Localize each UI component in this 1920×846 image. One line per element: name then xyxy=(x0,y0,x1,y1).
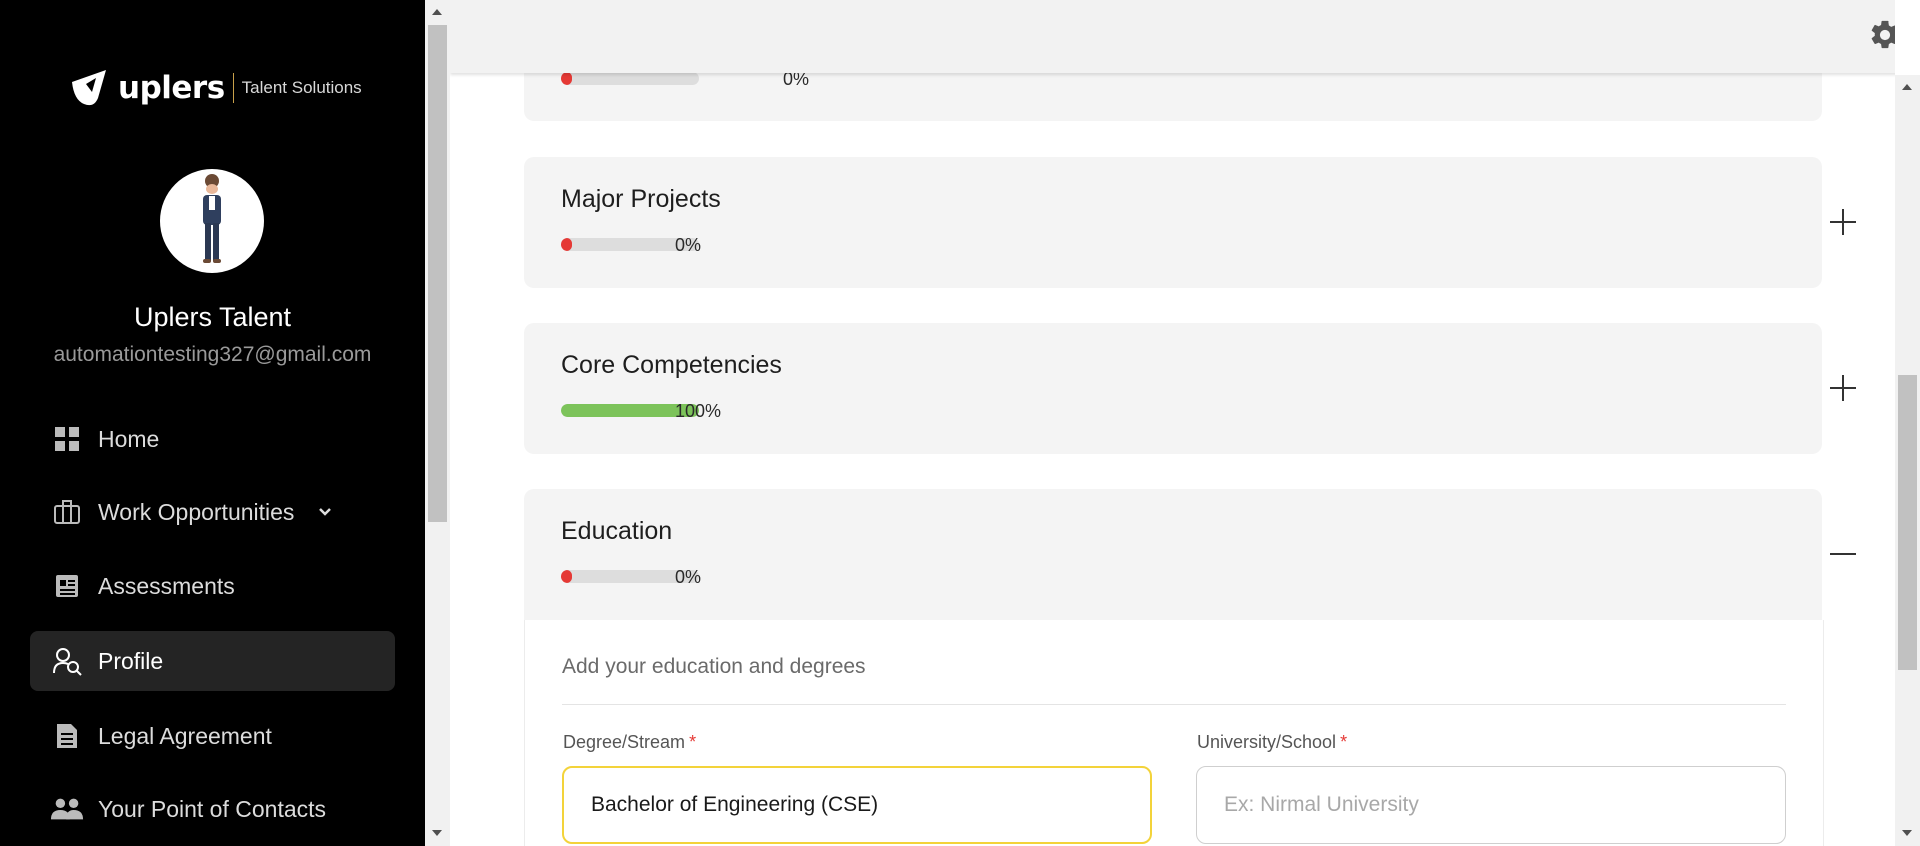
previous-progress-fill xyxy=(561,72,573,85)
nav-item-assessments[interactable]: Assessments xyxy=(30,556,395,616)
degree-input[interactable] xyxy=(562,766,1152,844)
contacts-icon xyxy=(50,792,84,826)
uplers-logo-icon xyxy=(72,70,106,106)
main-scroll-down-arrow-icon[interactable] xyxy=(1902,830,1912,836)
education-form: Add your education and degrees Degree/St… xyxy=(524,620,1824,846)
nav-item-profile[interactable]: Profile xyxy=(30,631,395,691)
education-progress-fill xyxy=(561,570,573,583)
nav-item-work-opportunities[interactable]: Work Opportunities xyxy=(30,482,395,542)
settings-gear-icon[interactable] xyxy=(1868,18,1895,52)
core-competencies-title: Core Competencies xyxy=(561,351,782,379)
university-label: University/School * xyxy=(1197,732,1347,753)
degree-label-text: Degree/Stream xyxy=(563,732,686,752)
nav-item-legal-agreement[interactable]: Legal Agreement xyxy=(30,706,395,766)
major-projects-title: Major Projects xyxy=(561,185,721,213)
sidebar-scrollbar[interactable] xyxy=(425,0,450,846)
uplers-logo[interactable]: uplers Talent Solutions xyxy=(68,68,362,108)
major-projects-progress-fill xyxy=(561,238,573,251)
university-input[interactable] xyxy=(1196,766,1786,844)
previous-progress-bar xyxy=(561,72,699,85)
degree-required-mark: * xyxy=(689,732,697,752)
chevron-down-icon[interactable] xyxy=(318,507,332,517)
brand-subtitle: Talent Solutions xyxy=(241,78,362,97)
education-progress-text: 0% xyxy=(675,567,702,587)
university-required-mark: * xyxy=(1340,732,1348,752)
user-name: Uplers Talent xyxy=(133,302,292,332)
university-label-text: University/School xyxy=(1197,732,1337,752)
scroll-down-arrow-icon[interactable] xyxy=(432,830,442,836)
education-description: Add your education and degrees xyxy=(562,655,866,678)
nav-label-home: Home xyxy=(98,425,160,452)
grid-icon xyxy=(50,422,84,456)
collapse-education-icon[interactable] xyxy=(1830,541,1856,567)
expand-core-competencies-icon[interactable] xyxy=(1830,375,1856,401)
document-icon xyxy=(50,719,84,753)
education-title: Education xyxy=(561,517,673,545)
user-email: automationtesting327@gmail.com xyxy=(53,343,372,366)
sidebar: uplers Talent Solutions Uplers Talent au… xyxy=(0,0,425,846)
avatar-illustration xyxy=(203,174,221,263)
major-projects-card[interactable]: Major Projects 0% xyxy=(524,157,1856,288)
avatar[interactable] xyxy=(160,169,264,273)
main-area: 0% Major Projects 0% Core Competencies 1… xyxy=(450,0,1895,846)
core-competencies-progress-text: 100% xyxy=(675,401,722,421)
major-projects-progress-text: 0% xyxy=(675,235,702,255)
nav-label-legal-agreement: Legal Agreement xyxy=(98,722,272,749)
scroll-up-arrow-icon[interactable] xyxy=(432,9,442,15)
main-scrollbar[interactable] xyxy=(1895,75,1920,846)
briefcase-icon xyxy=(50,495,84,529)
sidebar-scroll-thumb[interactable] xyxy=(428,25,447,522)
profile-content: 0% Major Projects 0% Core Competencies 1… xyxy=(450,0,1895,846)
profile-search-icon xyxy=(50,644,84,678)
nav-item-point-of-contacts[interactable]: Your Point of Contacts xyxy=(30,779,395,839)
nav-item-home[interactable]: Home xyxy=(30,409,395,469)
brand-name: uplers xyxy=(118,70,225,106)
nav-label-point-of-contacts: Your Point of Contacts xyxy=(98,795,327,822)
main-scroll-up-arrow-icon[interactable] xyxy=(1902,84,1912,90)
education-card[interactable]: Education 0% xyxy=(524,489,1856,620)
main-scroll-thumb[interactable] xyxy=(1898,375,1917,670)
nav-label-assessments: Assessments xyxy=(98,572,235,599)
expand-major-projects-icon[interactable] xyxy=(1830,209,1856,235)
top-bar xyxy=(450,0,1895,73)
nav-label-work-opportunities: Work Opportunities xyxy=(98,498,295,525)
assessment-icon xyxy=(50,569,84,603)
degree-label: Degree/Stream * xyxy=(563,732,696,753)
education-divider xyxy=(562,704,1786,705)
nav-label-profile: Profile xyxy=(98,647,164,674)
logo-divider xyxy=(232,73,234,103)
core-competencies-card[interactable]: Core Competencies 100% xyxy=(524,323,1856,454)
